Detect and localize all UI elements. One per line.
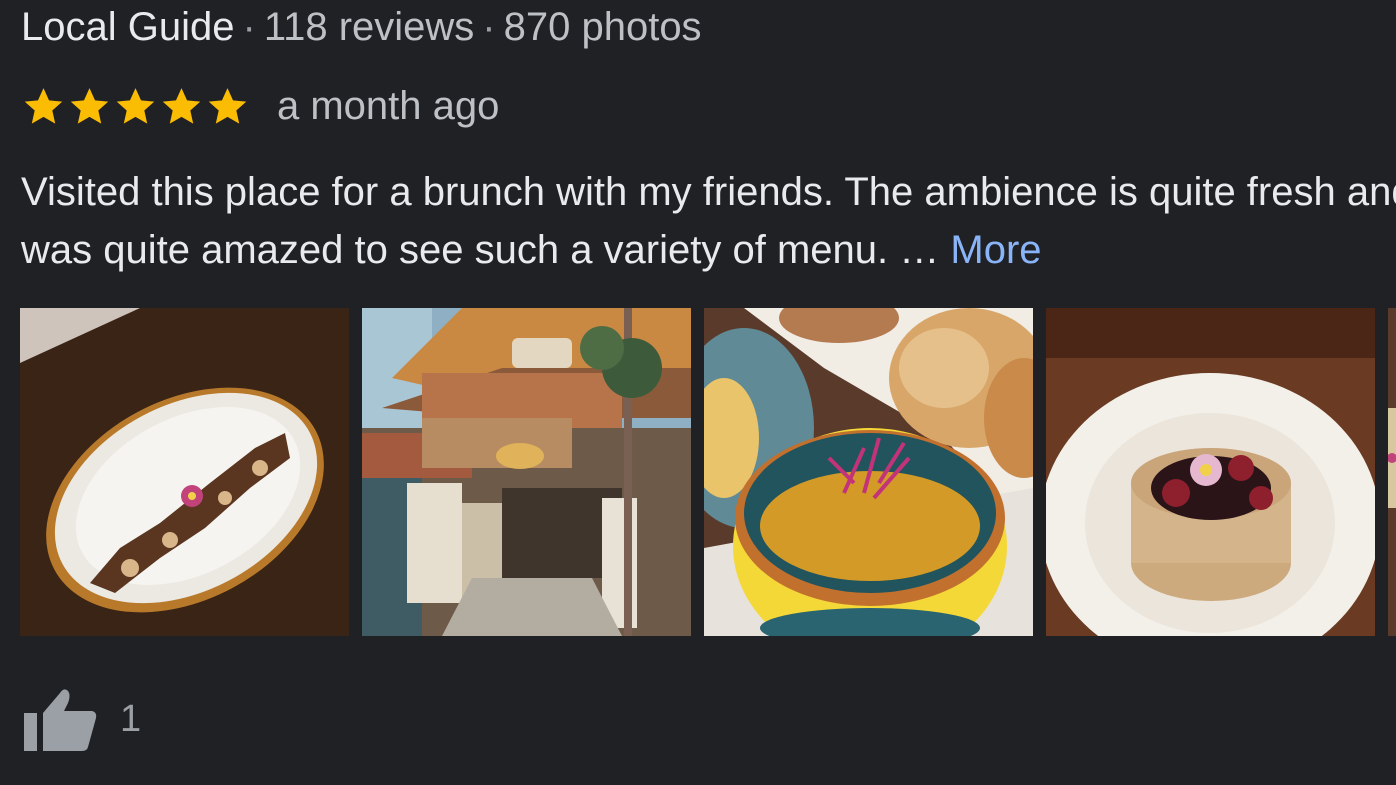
thumbs-up-icon[interactable] — [22, 685, 98, 753]
star-icon — [162, 87, 201, 124]
rating-row: a month ago — [21, 80, 499, 132]
review-text-truncated: was quite amazed to see such a variety o… — [21, 228, 940, 272]
reviewer-meta: Local Guide · 118 reviews · 870 photos — [21, 4, 702, 50]
review-text-line: Visited this place for a brunch with my … — [21, 170, 1396, 214]
photo-restaurant-entrance[interactable] — [362, 308, 691, 636]
photo-partial[interactable] — [1388, 308, 1396, 636]
like-row: 1 — [22, 684, 141, 754]
restaurant-entrance-image — [362, 308, 691, 636]
star-rating — [21, 84, 251, 129]
meta-separator: · — [482, 5, 496, 49]
star-icon — [208, 87, 247, 124]
review-card: Local Guide · 118 reviews · 870 photos a mon… — [0, 0, 1396, 785]
photo-strip — [20, 308, 1396, 636]
review-text: Visited this place for a brunch with my … — [21, 163, 1396, 279]
curry-bowl-image — [704, 308, 1033, 636]
photo-quinoa-dish[interactable] — [1046, 308, 1375, 636]
local-guide-badge[interactable]: Local Guide — [21, 5, 234, 49]
quinoa-dish-image — [1046, 308, 1375, 636]
partial-photo-image — [1388, 308, 1396, 636]
photo-dessert-plate[interactable] — [20, 308, 349, 636]
star-icon — [70, 87, 109, 124]
like-count: 1 — [120, 697, 142, 740]
meta-separator: · — [242, 5, 256, 49]
review-text-line: was quite amazed to see such a variety o… — [21, 221, 1396, 279]
more-link[interactable]: More — [950, 228, 1041, 272]
star-icon — [116, 87, 155, 124]
review-date: a month ago — [277, 83, 500, 128]
dessert-plate-image — [20, 308, 349, 636]
star-icon — [24, 87, 63, 124]
photos-count: 870 photos — [503, 5, 702, 49]
photo-curry-bowl[interactable] — [704, 308, 1033, 636]
reviews-count: 118 reviews — [263, 5, 475, 49]
